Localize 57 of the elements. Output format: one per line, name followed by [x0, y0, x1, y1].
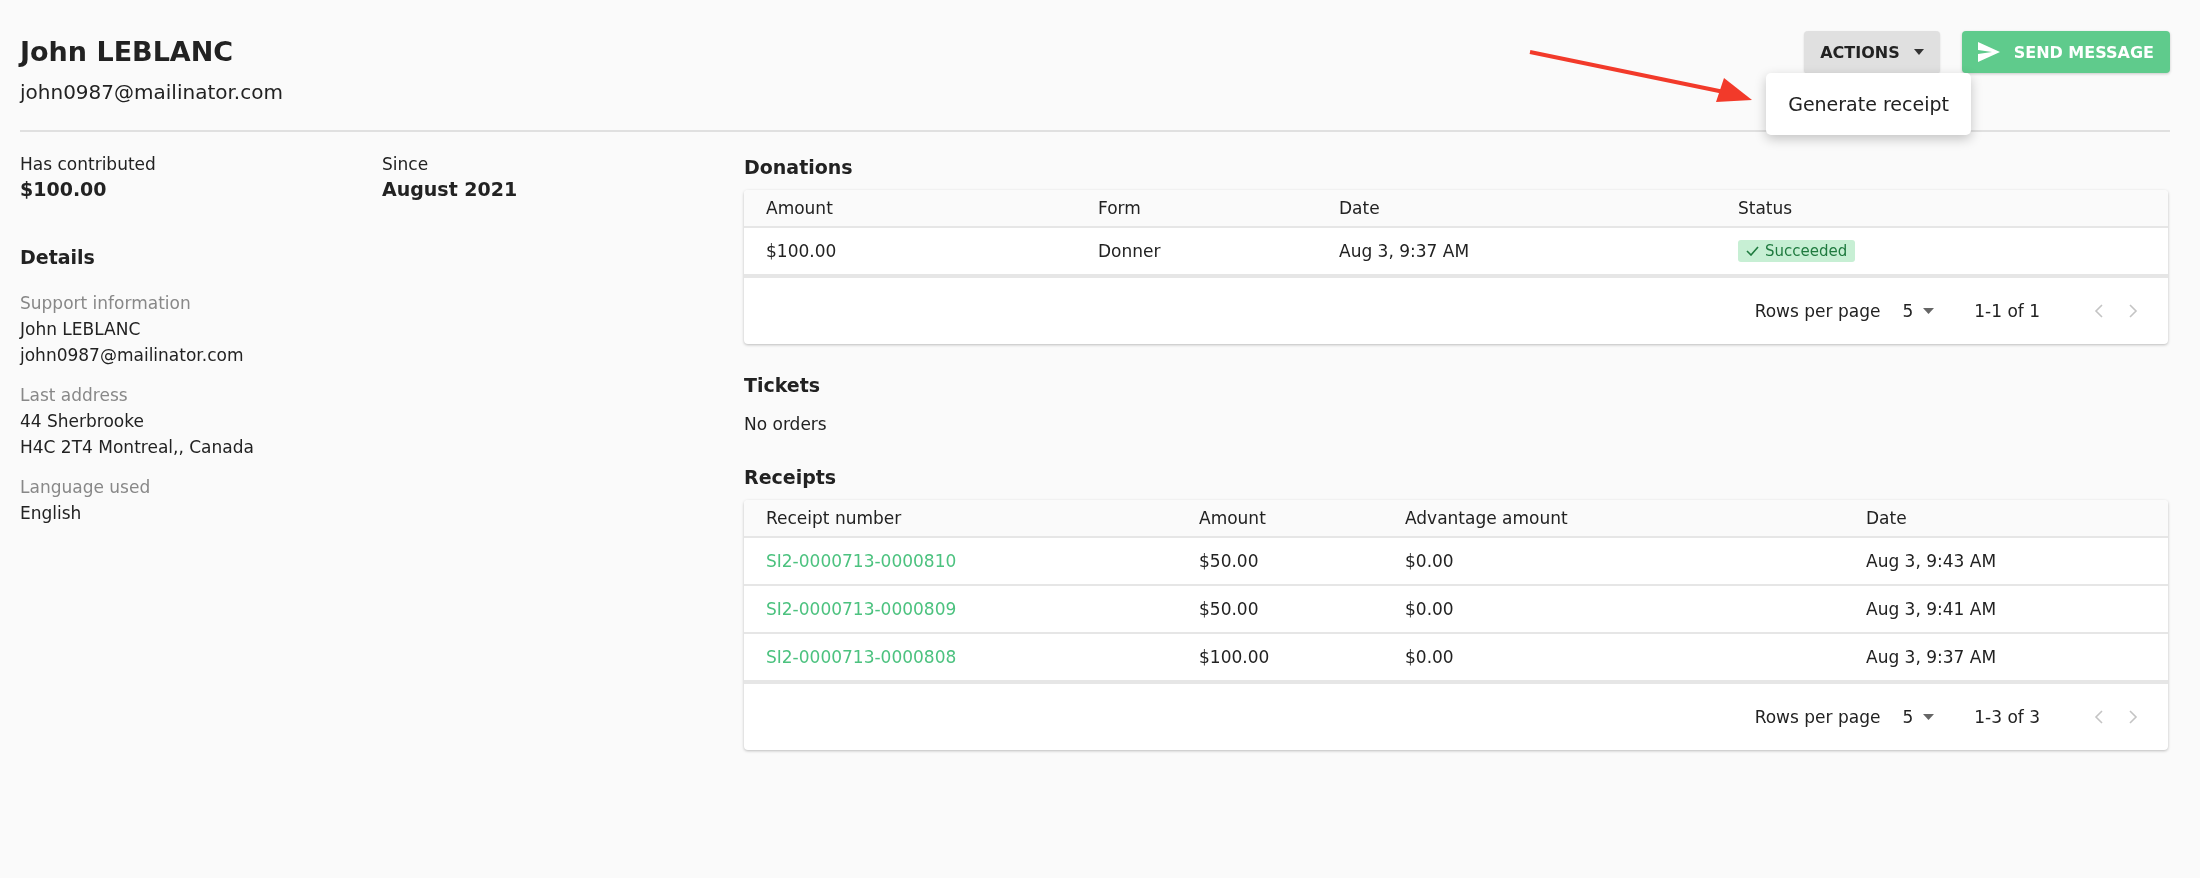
table-cell: Donner	[1098, 241, 1161, 261]
chevron-left-icon	[2094, 710, 2104, 724]
column-header: Date	[1339, 198, 1381, 218]
customer-email: john0987@mailinator.com	[20, 80, 283, 104]
rows-per-page-select[interactable]: 5	[1902, 707, 1935, 727]
table-cell: $0.00	[1405, 599, 1454, 619]
detail-label: Language used	[20, 476, 152, 499]
customer-name: John LEBLANC	[20, 36, 235, 68]
table-cell: $50.00	[1199, 599, 1259, 619]
detail-value: H4C 2T4 Montreal,, Canada	[20, 436, 255, 459]
details-heading: Details	[20, 246, 96, 268]
page-range: 1-1 of 1	[1974, 301, 2040, 321]
table-cell: Aug 3, 9:37 AM	[1866, 647, 1997, 667]
column-header: Status	[1738, 198, 1794, 218]
detail-label: Support information	[20, 292, 192, 315]
detail-value: 44 Sherbrooke	[20, 410, 145, 433]
detail-label: Last address	[20, 384, 129, 407]
table-cell: Aug 3, 9:43 AM	[1866, 551, 1997, 571]
chevron-left-icon	[2094, 304, 2104, 318]
stat-label: Since	[382, 153, 430, 176]
rows-per-page-label: Rows per page	[1754, 707, 1881, 727]
section-heading: Receipts	[744, 465, 838, 490]
rows-per-page-label: Rows per page	[1754, 301, 1881, 321]
table-cell: $50.00	[1199, 551, 1259, 571]
check-icon	[1746, 246, 1759, 256]
section-heading: Donations	[744, 155, 854, 180]
detail-value: john0987@mailinator.com	[20, 344, 245, 367]
column-header: Receipt number	[766, 508, 903, 528]
table-cell: Aug 3, 9:41 AM	[1866, 599, 1997, 619]
caret-icon	[1913, 49, 1924, 55]
table-cell: $0.00	[1405, 551, 1454, 571]
chevron-right-icon	[2128, 710, 2138, 724]
rows-per-page-select[interactable]: 5	[1902, 301, 1935, 321]
column-header: Amount	[766, 198, 834, 218]
send-icon	[1977, 42, 2000, 62]
section-heading: Tickets	[744, 373, 822, 398]
actions-button[interactable]: ACTIONS	[1804, 31, 1940, 73]
chevron-right-icon	[2128, 304, 2138, 318]
column-header: Advantage amount	[1405, 508, 1569, 528]
caret-icon	[1923, 308, 1935, 314]
menu-item[interactable]: Generate receipt	[1766, 81, 1971, 127]
stat-label: Has contributed	[20, 153, 157, 176]
table-cell: $100.00	[766, 241, 837, 261]
column-header: Amount	[1199, 508, 1267, 528]
status-badge: Succeeded	[1738, 240, 1856, 262]
table-cell: $0.00	[1405, 647, 1454, 667]
caret-icon	[1923, 714, 1935, 720]
table-cell: Aug 3, 9:37 AM	[1339, 241, 1470, 261]
column-header: Form	[1098, 198, 1142, 218]
detail-value: John LEBLANC	[20, 318, 142, 341]
stat-value: August 2021	[382, 177, 519, 202]
table-cell: $100.00	[1199, 647, 1270, 667]
column-header: Date	[1866, 508, 1908, 528]
empty-message: No orders	[744, 414, 828, 434]
detail-value: English	[20, 502, 83, 525]
stat-value: $100.00	[20, 177, 108, 202]
page-range: 1-3 of 3	[1974, 707, 2040, 727]
